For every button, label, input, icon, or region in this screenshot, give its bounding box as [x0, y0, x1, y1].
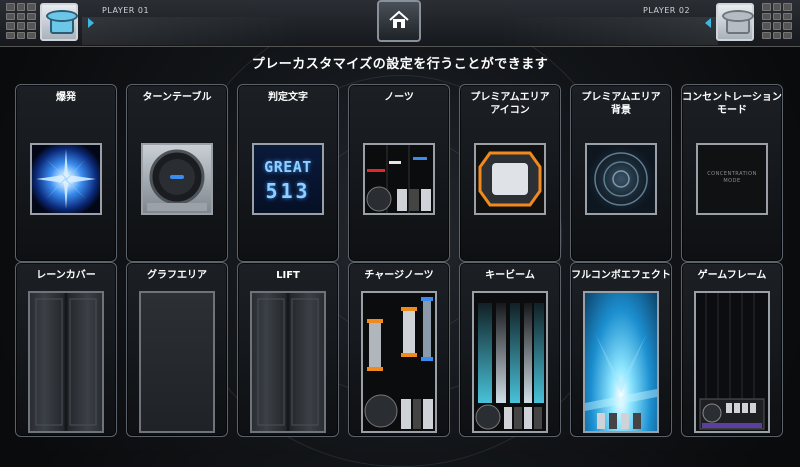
- robot-avatar-icon: [46, 10, 78, 34]
- premium-background-thumbnail: [585, 143, 657, 215]
- card-label: ゲームフレーム: [697, 270, 767, 281]
- player1-keypad-icon[interactable]: [6, 3, 36, 39]
- card-label: プレミアムエリア 背景: [581, 92, 661, 116]
- card-notes[interactable]: ノーツ: [348, 84, 450, 262]
- concentration-mode-text: CONCENTRATION MODE: [707, 171, 757, 184]
- turntable-thumbnail: [141, 143, 213, 215]
- explosion-thumbnail: [30, 143, 102, 215]
- home-button[interactable]: [377, 0, 421, 42]
- card-concentration-mode[interactable]: コンセントレーション モード CONCENTRATION MODE: [681, 84, 783, 262]
- lane-cover-thumbnail: [28, 291, 104, 433]
- player2-strip: [498, 17, 718, 45]
- charge-notes-thumbnail: [361, 291, 437, 433]
- robot-avatar-icon: [722, 10, 754, 34]
- player2-label: PLAYER 02: [643, 6, 691, 15]
- card-key-beam[interactable]: キービーム: [459, 262, 561, 437]
- card-game-frame[interactable]: ゲームフレーム: [681, 262, 783, 437]
- card-label: コンセントレーション モード: [682, 92, 782, 116]
- card-label: ターンテーブル: [142, 92, 212, 103]
- full-combo-thumbnail: [583, 291, 659, 433]
- player2-keypad-icon[interactable]: [762, 3, 792, 39]
- player1-avatar[interactable]: [40, 3, 78, 41]
- lift-thumbnail: [250, 291, 326, 433]
- card-label: 判定文字: [268, 92, 308, 103]
- card-label: LIFT: [276, 270, 300, 281]
- card-label: キービーム: [485, 270, 535, 281]
- player1-label: PLAYER 01: [102, 6, 150, 15]
- player1-strip: [82, 17, 302, 45]
- concentration-thumbnail: CONCENTRATION MODE: [696, 143, 768, 215]
- arrow-right-icon: [88, 18, 94, 28]
- card-label: プレミアムエリア アイコン: [470, 92, 550, 116]
- top-bar: PLAYER 01 PLAYER 02: [0, 0, 800, 47]
- card-label: グラフエリア: [147, 270, 207, 281]
- card-premium-area-icon[interactable]: プレミアムエリア アイコン: [459, 84, 561, 262]
- home-icon: [389, 10, 409, 28]
- card-premium-area-background[interactable]: プレミアムエリア 背景: [570, 84, 672, 262]
- card-explosion[interactable]: 爆発: [15, 84, 117, 262]
- card-label: フルコンボエフェクト: [571, 270, 671, 281]
- card-lift[interactable]: LIFT: [237, 262, 339, 437]
- card-label: レーンカバー: [36, 270, 96, 281]
- card-lane-cover[interactable]: レーンカバー: [15, 262, 117, 437]
- card-judgment-text[interactable]: 判定文字 GREAT 513: [237, 84, 339, 262]
- player2-avatar[interactable]: [716, 3, 754, 41]
- card-charge-notes[interactable]: チャージノーツ: [348, 262, 450, 437]
- judgment-thumbnail: GREAT 513: [252, 143, 324, 215]
- arrow-left-icon: [705, 18, 711, 28]
- page-subtitle: プレーカスタマイズの設定を行うことができます: [251, 57, 549, 72]
- card-label: 爆発: [56, 92, 76, 103]
- card-turntable[interactable]: ターンテーブル: [126, 84, 228, 262]
- premium-icon-thumbnail: [474, 143, 546, 215]
- key-beam-thumbnail: [472, 291, 548, 433]
- card-label: ノーツ: [384, 92, 414, 103]
- card-label: チャージノーツ: [364, 270, 434, 281]
- graph-area-thumbnail: [139, 291, 215, 433]
- great-text: GREAT: [264, 158, 312, 176]
- card-graph-area[interactable]: グラフエリア: [126, 262, 228, 437]
- combo-count: 513: [265, 179, 311, 203]
- game-frame-thumbnail: [694, 291, 770, 433]
- notes-thumbnail: [363, 143, 435, 215]
- card-full-combo-effect[interactable]: フルコンボエフェクト: [570, 262, 672, 437]
